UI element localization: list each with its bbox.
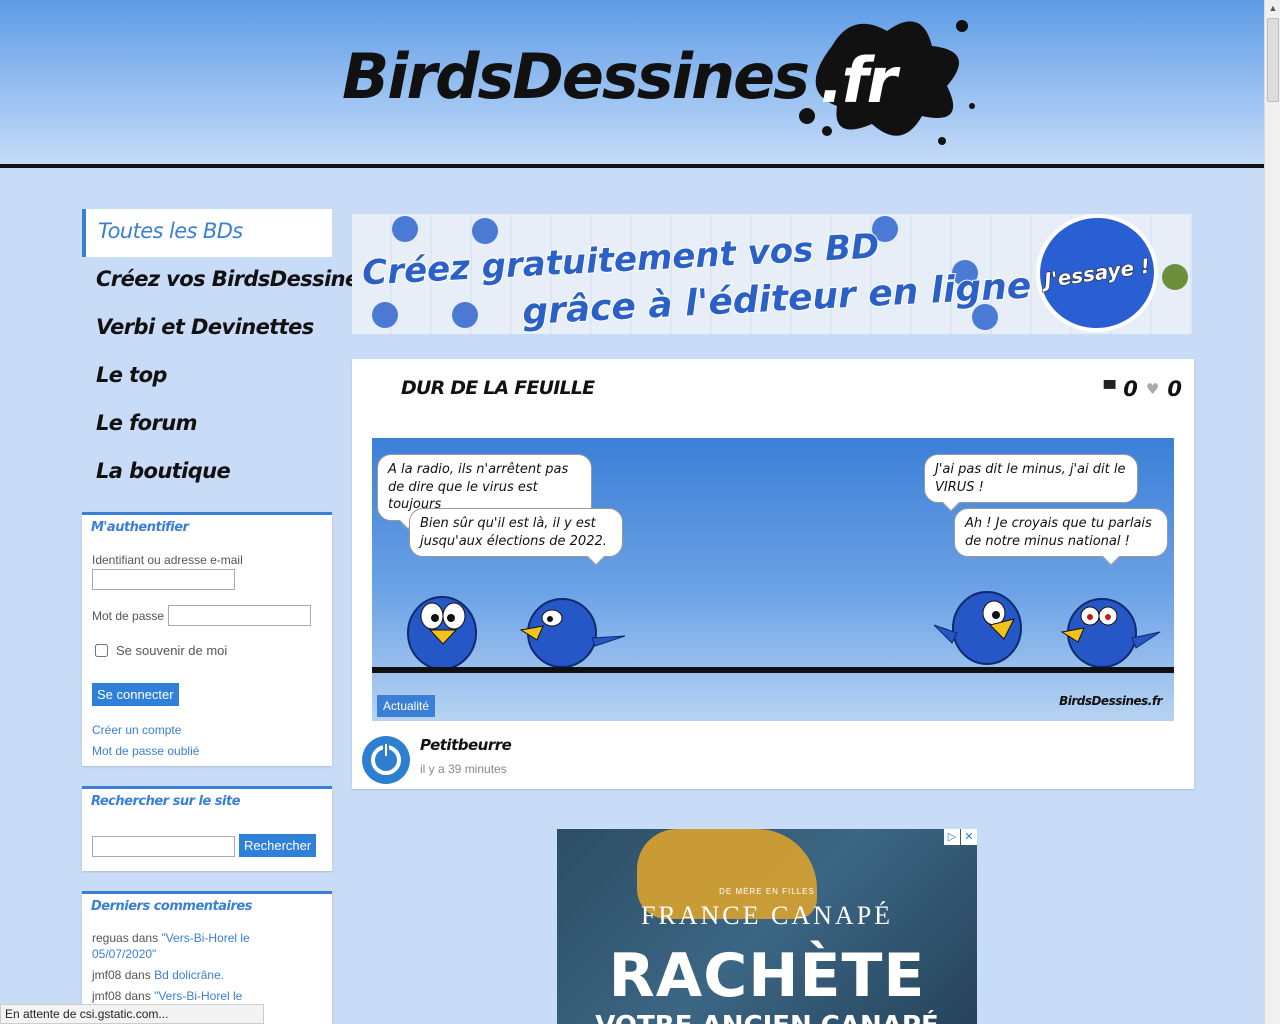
comment-user: reguas xyxy=(92,931,129,945)
login-button[interactable]: Se connecter xyxy=(92,683,179,706)
post-counters: ▀ 0 ♥ 0 xyxy=(1104,377,1182,401)
ad-brand: FRANCE CANAPÉ xyxy=(640,901,894,930)
ad-tagline: DE MÈRE EN FILLES xyxy=(719,887,815,896)
username-field[interactable] xyxy=(92,569,235,590)
ink-splat-icon: .fr xyxy=(799,19,976,145)
author-avatar[interactable] xyxy=(362,736,410,784)
ad-headline: RACHÈTE xyxy=(608,941,926,1011)
comment-user: jmf08 xyxy=(92,989,122,1003)
browser-status-bar: En attente de csi.gstatic.com... xyxy=(0,1004,264,1024)
comment-bubble-icon[interactable]: ▀ xyxy=(1104,380,1116,398)
banner-bird-icon xyxy=(1162,264,1188,290)
bird-character-icon xyxy=(1060,598,1161,668)
nav-item-le-forum[interactable]: Le forum xyxy=(82,401,332,449)
search-input[interactable] xyxy=(92,836,235,857)
site-logo[interactable]: BirdsDessines .fr xyxy=(342,19,976,145)
login-widget: M'authentifier Identifiant ou adresse e-… xyxy=(82,512,332,766)
logo-tld: .fr xyxy=(820,43,897,117)
create-account-link[interactable]: Créer un compte xyxy=(92,723,181,737)
search-widget-title: Rechercher sur le site xyxy=(91,794,241,809)
nav-item-le-top[interactable]: Le top xyxy=(82,353,332,401)
nav-item-la-boutique[interactable]: La boutique xyxy=(82,449,332,497)
advertisement[interactable]: ▷ ✕ DE MÈRE EN FILLES FRANCE CANAPÉ RACH… xyxy=(557,829,977,1024)
comment-item: jmf08 dans Bd dolicrâne. xyxy=(92,967,272,983)
comment-item: reguas dans "Vers-Bi-Horel le 05/07/2020… xyxy=(92,930,272,962)
comment-post-link[interactable]: Bd dolicrâne. xyxy=(154,968,224,982)
banner-bird-icon xyxy=(372,302,398,328)
banner-bird-icon xyxy=(452,302,478,328)
author-name[interactable]: Petitbeurre xyxy=(420,736,512,754)
like-count: 0 xyxy=(1167,377,1182,401)
speech-bubble: J'ai pas dit le minus, j'ai dit le VIRUS… xyxy=(924,454,1138,512)
scroll-thumb[interactable] xyxy=(1267,18,1279,102)
remember-me-checkbox[interactable] xyxy=(95,644,108,657)
speech-bubble-text: A la radio, ils n'arrêtent pas de dire q… xyxy=(388,462,569,513)
password-field[interactable] xyxy=(168,605,312,626)
main-nav: Toutes les BDs Créez vos BirdsDessinés V… xyxy=(82,209,371,497)
speech-bubble: Ah ! Je croyais que tu parlais de notre … xyxy=(954,508,1168,566)
search-widget: Rechercher sur le site Rechercher xyxy=(82,786,332,871)
editor-promo-banner[interactable]: Créez gratuitement vos BD grâce à l'édit… xyxy=(352,214,1192,334)
category-tag[interactable]: Actualité xyxy=(377,695,436,717)
post-timestamp: il y a 39 minutes xyxy=(420,762,507,776)
nav-item-verbi-et-devinettes[interactable]: Verbi et Devinettes xyxy=(82,305,332,353)
close-icon[interactable]: ✕ xyxy=(961,829,977,845)
ad-subheadline: VOTRE ANCIEN CANAPÉ xyxy=(557,1011,977,1024)
comment-sep: dans xyxy=(132,931,159,945)
forgot-password-link[interactable]: Mot de passe oublié xyxy=(92,744,199,758)
page-scrollbar[interactable]: ▲ xyxy=(1264,0,1280,1024)
search-button[interactable]: Rechercher xyxy=(239,834,317,857)
bird-character-icon xyxy=(933,591,1022,665)
banner-cta-badge[interactable]: J'essaye ! xyxy=(1028,214,1166,334)
post-title[interactable]: DUR DE LA FEUILLE xyxy=(401,377,595,399)
comic-image[interactable]: A la radio, ils n'arrêtent pas de dire q… xyxy=(372,438,1174,721)
recent-comments-title: Derniers commentaires xyxy=(91,899,252,914)
ad-controls: ▷ ✕ xyxy=(943,829,977,845)
comic-watermark: BirdsDessines.fr xyxy=(1059,694,1162,708)
bird-character-icon xyxy=(407,596,477,670)
comment-post-link[interactable]: "Vers-Bi-Horel le xyxy=(154,989,242,1003)
ad-choices-icon[interactable]: ▷ xyxy=(944,829,960,845)
nav-item-creez-vos-birdsdessines[interactable]: Créez vos BirdsDessinés xyxy=(82,257,371,305)
comment-item: jmf08 dans "Vers-Bi-Horel le xyxy=(92,988,272,1004)
comic-post-card: DUR DE LA FEUILLE ▀ 0 ♥ 0 A la radio, il… xyxy=(352,359,1194,789)
heart-icon[interactable]: ♥ xyxy=(1146,380,1159,398)
banner-bird-icon xyxy=(392,216,418,242)
speech-bubble-text: Bien sûr qu'il est là, il y est jusqu'au… xyxy=(420,516,607,549)
username-label: Identifiant ou adresse e-mail xyxy=(92,553,243,567)
banner-bird-icon xyxy=(472,218,498,244)
comic-perch-line xyxy=(372,667,1174,673)
nav-item-toutes-les-bds[interactable]: Toutes les BDs xyxy=(82,209,332,257)
comment-count: 0 xyxy=(1123,377,1138,401)
speech-bubble: Bien sûr qu'il est là, il y est jusqu'au… xyxy=(409,508,623,566)
comment-sep: dans xyxy=(124,968,151,982)
scroll-up-arrow-icon[interactable]: ▲ xyxy=(1265,0,1280,16)
remember-me-label: Se souvenir de moi xyxy=(116,643,228,658)
comment-sep: dans xyxy=(124,989,151,1003)
speech-bubble-text: Ah ! Je croyais que tu parlais de notre … xyxy=(965,516,1152,549)
comment-user: jmf08 xyxy=(92,968,122,982)
logo-text: BirdsDessines xyxy=(342,40,810,113)
speech-bubble-text: J'ai pas dit le minus, j'ai dit le VIRUS… xyxy=(935,462,1126,495)
password-label: Mot de passe xyxy=(92,608,165,623)
site-header: BirdsDessines .fr xyxy=(0,0,1264,168)
bird-character-icon xyxy=(519,598,626,668)
login-widget-title: M'authentifier xyxy=(91,520,189,535)
